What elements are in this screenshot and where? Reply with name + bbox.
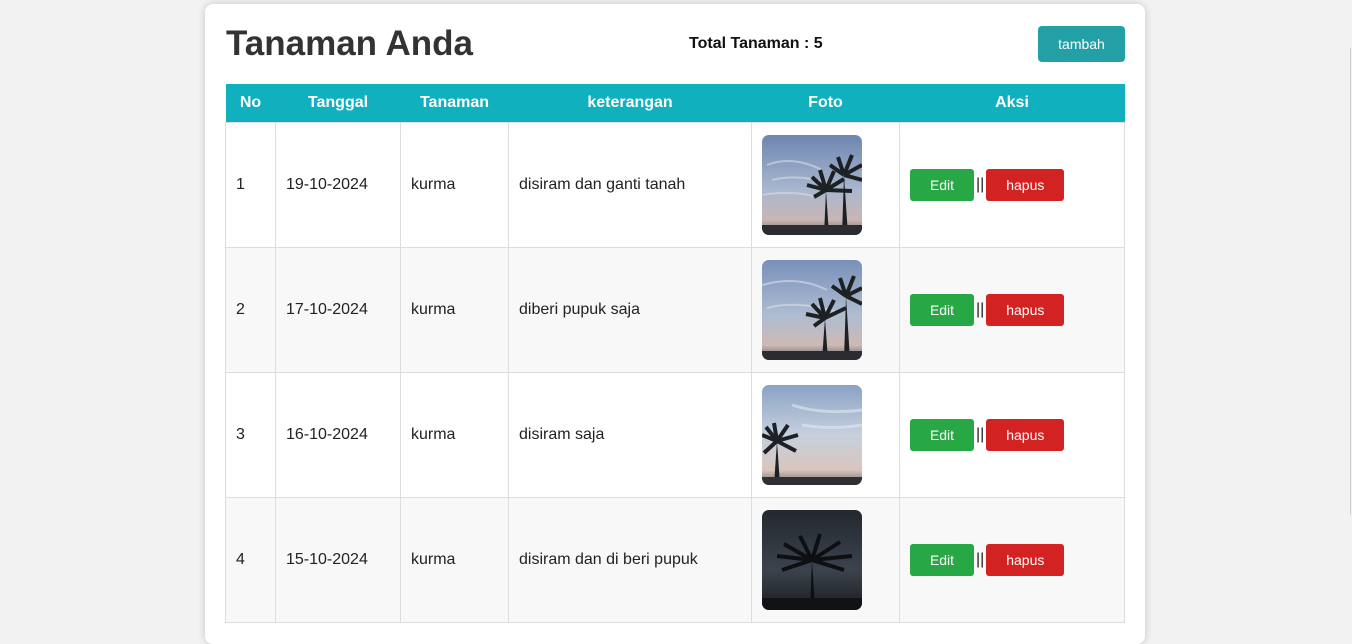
cell-tanggal: 16-10-2024	[275, 372, 401, 498]
cell-foto	[751, 122, 900, 248]
cell-tanaman: kurma	[400, 247, 509, 373]
cell-keterangan: disiram saja	[508, 372, 752, 498]
action-separator: ||	[976, 551, 985, 568]
edit-button[interactable]: Edit	[910, 294, 974, 326]
cell-foto	[751, 372, 900, 498]
delete-button[interactable]: hapus	[986, 169, 1065, 201]
plant-photo	[762, 135, 862, 235]
table-row: 3 16-10-2024 kurma disiram saja Edit || …	[225, 372, 1125, 498]
delete-button[interactable]: hapus	[986, 419, 1065, 451]
cell-keterangan: disiram dan di beri pupuk	[508, 497, 752, 623]
column-header-tanaman: Tanaman	[400, 84, 509, 123]
action-separator: ||	[976, 176, 985, 193]
edit-button[interactable]: Edit	[910, 419, 974, 451]
cell-no: 4	[225, 497, 276, 623]
plant-photo	[762, 510, 862, 610]
cell-tanaman: kurma	[400, 497, 509, 623]
cell-no: 1	[225, 122, 276, 248]
page-title: Tanaman Anda	[226, 24, 473, 63]
edit-button[interactable]: Edit	[910, 169, 974, 201]
delete-button[interactable]: hapus	[986, 294, 1065, 326]
delete-button[interactable]: hapus	[986, 544, 1065, 576]
edit-button[interactable]: Edit	[910, 544, 974, 576]
cell-no: 3	[225, 372, 276, 498]
table-row: 4 15-10-2024 kurma disiram dan di beri p…	[225, 497, 1125, 623]
cell-tanggal: 17-10-2024	[275, 247, 401, 373]
table-header-row: No Tanggal Tanaman keterangan Foto Aksi	[225, 84, 1125, 123]
cell-keterangan: disiram dan ganti tanah	[508, 122, 752, 248]
table-row: 2 17-10-2024 kurma diberi pupuk saja Edi…	[225, 247, 1125, 373]
cell-aksi: Edit || hapus	[899, 122, 1125, 248]
scrollbar-track[interactable]	[1350, 48, 1351, 515]
cell-keterangan: diberi pupuk saja	[508, 247, 752, 373]
cell-aksi: Edit || hapus	[899, 372, 1125, 498]
cell-aksi: Edit || hapus	[899, 247, 1125, 373]
action-separator: ||	[976, 301, 985, 318]
column-header-no: No	[225, 84, 276, 123]
table-row: 1 19-10-2024 kurma disiram dan ganti tan…	[225, 122, 1125, 248]
plants-table: No Tanggal Tanaman keterangan Foto Aksi …	[225, 84, 1125, 623]
plant-photo	[762, 260, 862, 360]
cell-no: 2	[225, 247, 276, 373]
plants-card: Tanaman Anda Total Tanaman : 5 tambah No…	[205, 4, 1145, 644]
column-header-keterangan: keterangan	[508, 84, 752, 123]
cell-tanggal: 15-10-2024	[275, 497, 401, 623]
column-header-aksi: Aksi	[899, 84, 1125, 123]
add-plant-button[interactable]: tambah	[1038, 26, 1125, 62]
action-separator: ||	[976, 426, 985, 443]
column-header-tanggal: Tanggal	[275, 84, 401, 123]
plant-photo	[762, 385, 862, 485]
cell-tanaman: kurma	[400, 372, 509, 498]
cell-tanggal: 19-10-2024	[275, 122, 401, 248]
cell-aksi: Edit || hapus	[899, 497, 1125, 623]
cell-tanaman: kurma	[400, 122, 509, 248]
column-header-foto: Foto	[751, 84, 900, 123]
total-plants-count: Total Tanaman : 5	[689, 35, 823, 52]
cell-foto	[751, 497, 900, 623]
cell-foto	[751, 247, 900, 373]
